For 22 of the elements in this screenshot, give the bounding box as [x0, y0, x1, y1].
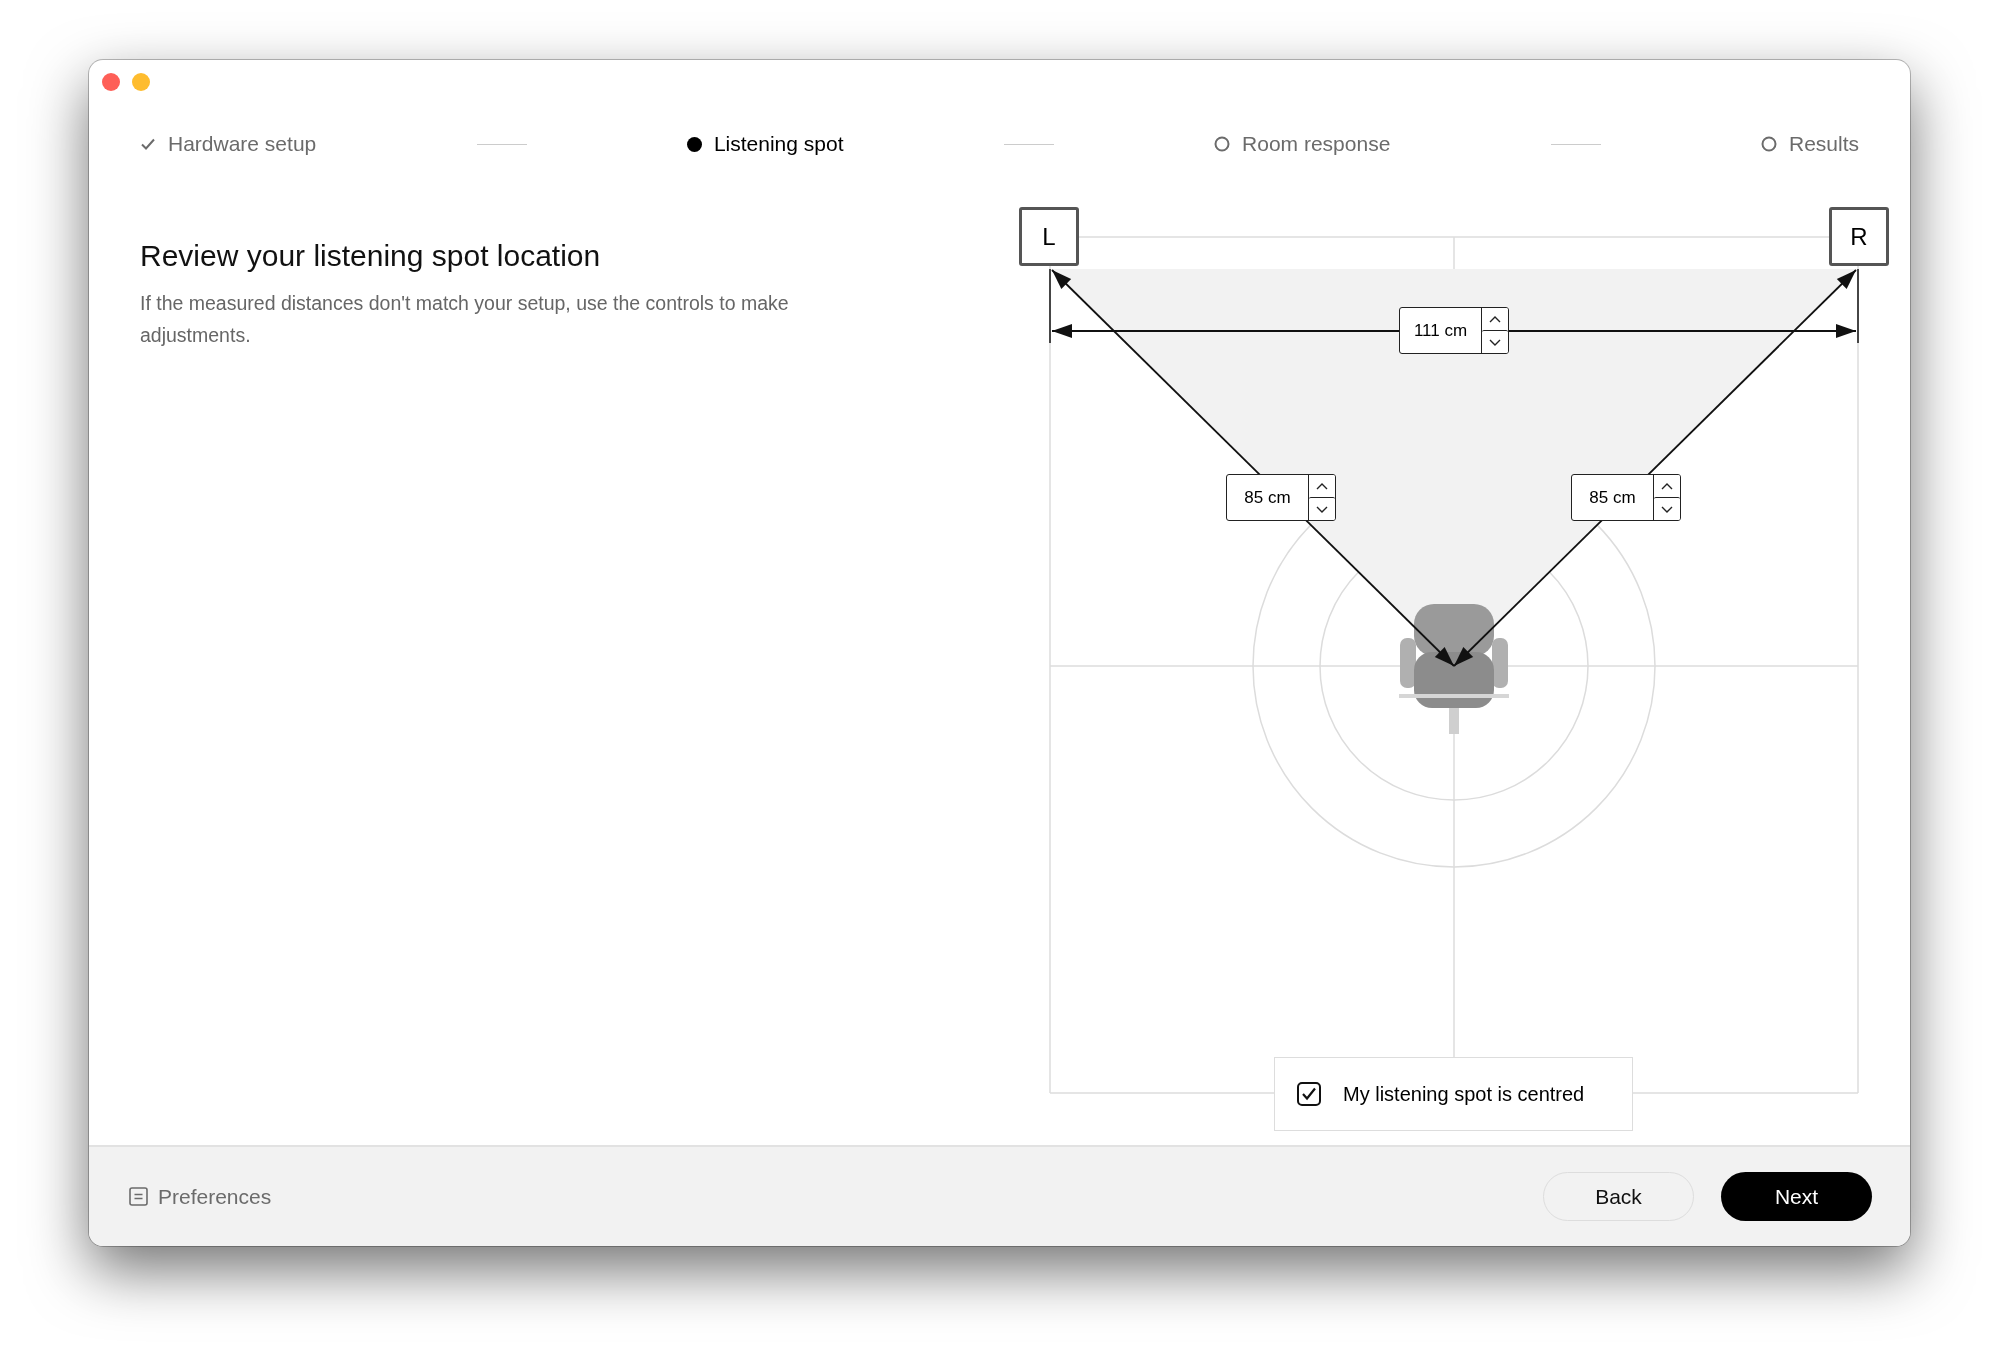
list-icon — [129, 1187, 148, 1206]
distance-field[interactable]: 85 cm — [1571, 474, 1681, 521]
window-control-button[interactable] — [102, 73, 120, 91]
step-label: Room response — [1242, 132, 1391, 156]
speaker-marker: L — [1019, 207, 1079, 266]
page-heading: Review your listening spot location — [140, 238, 602, 274]
stepper-down-button[interactable] — [1654, 497, 1680, 520]
step-label: Listening spot — [713, 132, 844, 156]
speaker-marker: R — [1829, 207, 1889, 266]
stepper-down-button[interactable] — [1309, 497, 1335, 520]
step-label: Results — [1788, 132, 1859, 156]
distance-field[interactable]: 111 cm — [1399, 307, 1509, 354]
step-label: Hardware setup — [168, 132, 317, 156]
back-button[interactable]: Back — [1543, 1172, 1694, 1221]
preferences-button[interactable]: Preferences — [129, 1184, 272, 1209]
checkbox-label[interactable]: My listening spot is centred — [1343, 1082, 1585, 1106]
window-control-button[interactable] — [132, 73, 150, 91]
checkbox[interactable] — [1297, 1082, 1321, 1106]
next-button[interactable]: Next — [1721, 1172, 1872, 1221]
stepper-down-button[interactable] — [1482, 330, 1508, 353]
page-description: If the measured distances don't match your setup, use the controls to make adjustments. — [140, 291, 790, 348]
distance-field[interactable]: 85 cm — [1226, 474, 1336, 521]
